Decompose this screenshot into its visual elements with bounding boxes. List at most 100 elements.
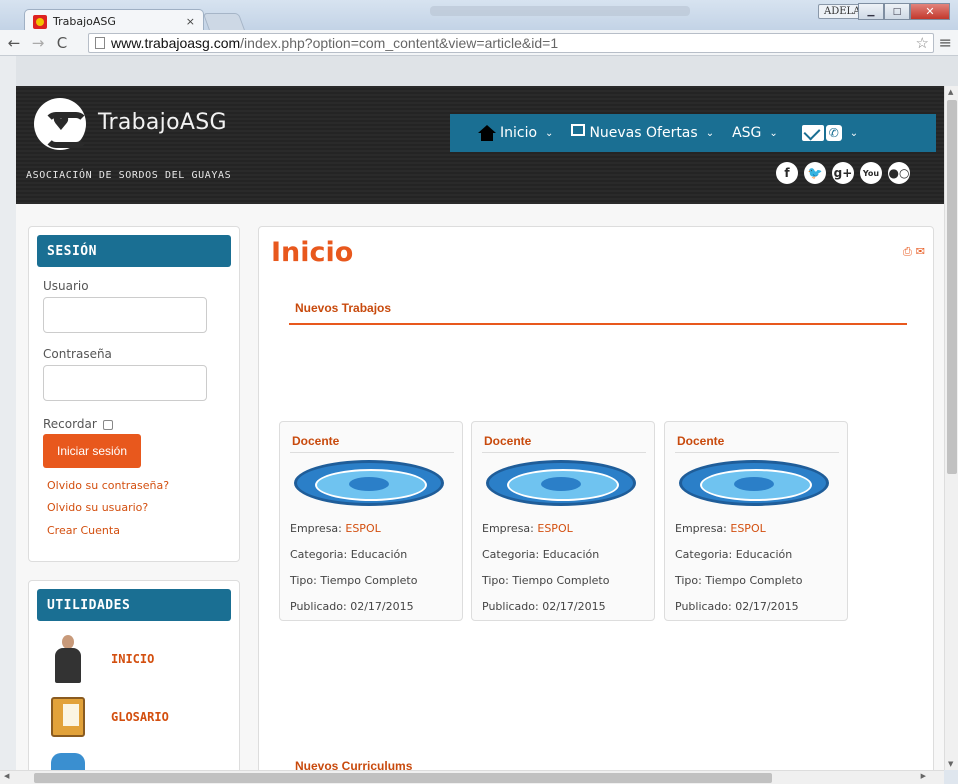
create-account-link[interactable]: Crear Cuenta [47, 524, 120, 537]
scroll-up-icon[interactable]: ▲ [948, 88, 953, 96]
util-item-mail[interactable] [45, 747, 111, 770]
forgot-password-link[interactable]: Olvido su contraseña? [47, 479, 169, 492]
browser-menu-icon[interactable]: ≡ [939, 33, 952, 52]
site-name[interactable]: TrabajoASG [98, 110, 227, 135]
job-title-link[interactable]: Docente [484, 434, 531, 448]
job-title-link[interactable]: Docente [292, 434, 339, 448]
scroll-right-icon[interactable]: ▶ [921, 772, 926, 780]
minimize-button[interactable]: ▁ [858, 3, 884, 20]
bookmark-star-icon[interactable]: ☆ [916, 34, 929, 52]
reload-icon[interactable]: C [52, 34, 72, 52]
vertical-scrollbar[interactable]: ▲ ▼ [944, 86, 958, 770]
close-window-button[interactable]: ✕ [910, 3, 950, 20]
nav-item-asg[interactable]: ASG ⌄ [732, 125, 778, 141]
page-left-gutter [0, 56, 16, 770]
utilities-title: UTILIDADES [37, 589, 231, 621]
chevron-down-icon: ⌄ [849, 127, 859, 139]
window-controls: ▁ □ ✕ [858, 3, 950, 20]
section-title-curriculums: Nuevos Curriculums [295, 759, 413, 770]
espol-logo [486, 460, 636, 506]
main-content: Inicio ⎙ ✉ Nuevos Trabajos Docente Empre… [258, 226, 934, 770]
login-button[interactable]: Iniciar sesión [43, 434, 141, 468]
article-tools: ⎙ ✉ [899, 245, 925, 259]
nav-label: Nuevas Ofertas [589, 125, 698, 141]
util-label: GLOSARIO [111, 710, 169, 724]
tab-close-icon[interactable]: × [186, 15, 195, 28]
page-viewport: TrabajoASG ASOCIACIÓN DE SORDOS DEL GUAY… [16, 86, 944, 770]
url-path: /index.php?option=com_content&view=artic… [240, 35, 559, 51]
session-title: SESIÓN [37, 235, 231, 267]
job-tipo: Tipo: Tiempo Completo [482, 574, 610, 587]
envelope-icon [801, 125, 824, 141]
espol-logo [294, 460, 444, 506]
empresa-link[interactable]: ESPOL [730, 522, 765, 535]
utilities-panel: UTILIDADES INICIO GLOSARIO [28, 580, 240, 770]
job-card: Docente Empresa: ESPOL Categoria: Educac… [279, 421, 463, 621]
remember-row: Recordar [43, 417, 113, 431]
favicon-icon [33, 14, 47, 29]
address-bar: ← → C www.trabajoasg.com/index.php?optio… [0, 30, 958, 56]
util-label: INICIO [111, 652, 155, 666]
google-plus-icon[interactable]: g+ [832, 162, 854, 184]
vertical-scroll-thumb[interactable] [947, 100, 957, 474]
email-icon[interactable]: ✉ [916, 245, 925, 259]
chevron-down-icon: ⌄ [545, 127, 554, 139]
logo-icon[interactable] [34, 98, 88, 150]
window-title-blur [430, 6, 690, 16]
horizontal-scroll-thumb[interactable] [34, 773, 772, 783]
job-publicado: Publicado: 02/17/2015 [675, 600, 799, 613]
job-publicado: Publicado: 02/17/2015 [290, 600, 414, 613]
job-tipo: Tipo: Tiempo Completo [290, 574, 418, 587]
twitter-icon[interactable]: 🐦 [804, 162, 826, 184]
facebook-icon[interactable]: f [776, 162, 798, 184]
flickr-icon[interactable]: ●○ [888, 162, 910, 184]
nav-item-nuevas-ofertas[interactable]: Nuevas Ofertas ⌄ [571, 124, 715, 141]
card-divider [675, 452, 839, 453]
job-empresa: Empresa: ESPOL [482, 522, 573, 535]
new-tab-button[interactable] [202, 13, 246, 31]
remember-checkbox[interactable] [102, 419, 113, 430]
forgot-username-link[interactable]: Olvido su usuario? [47, 501, 148, 514]
youtube-icon[interactable]: You [860, 162, 882, 184]
page-icon [95, 37, 105, 49]
nav-label: ASG [732, 125, 762, 141]
window-titlebar: TrabajoASG × ADELA ▁ □ ✕ [0, 0, 958, 33]
util-item-glosario[interactable]: GLOSARIO [45, 693, 169, 741]
main-nav: Inicio ⌄ Nuevas Ofertas ⌄ ASG ⌄ ✆ ⌄ [450, 114, 936, 152]
nav-item-inicio[interactable]: Inicio ⌄ [478, 125, 553, 141]
maximize-button[interactable]: □ [884, 3, 910, 20]
horizontal-scrollbar[interactable]: ◀ ▶ [0, 770, 944, 784]
print-icon[interactable]: ⎙ [903, 245, 912, 259]
empresa-link[interactable]: ESPOL [345, 522, 380, 535]
nav-item-contacto[interactable]: ✆ ⌄ [801, 125, 859, 141]
url-host: www.trabajoasg.com [111, 35, 241, 51]
username-input[interactable] [43, 297, 207, 333]
util-item-inicio[interactable]: INICIO [45, 635, 154, 683]
section-divider [289, 323, 907, 325]
chevron-down-icon: ⌄ [769, 127, 778, 139]
espol-logo [679, 460, 829, 506]
remember-label: Recordar [43, 417, 97, 431]
card-divider [290, 452, 454, 453]
job-card: Docente Empresa: ESPOL Categoria: Educac… [664, 421, 848, 621]
empresa-link[interactable]: ESPOL [537, 522, 572, 535]
url-input[interactable]: www.trabajoasg.com/index.php?option=com_… [88, 33, 934, 53]
job-card: Docente Empresa: ESPOL Categoria: Educac… [471, 421, 655, 621]
agenda-icon [45, 693, 91, 741]
password-input[interactable] [43, 365, 207, 401]
scroll-left-icon[interactable]: ◀ [4, 772, 9, 780]
person-icon [45, 635, 91, 683]
chevron-down-icon: ⌄ [705, 127, 715, 139]
site-header: TrabajoASG ASOCIACIÓN DE SORDOS DEL GUAY… [16, 86, 944, 204]
username-label: Usuario [43, 279, 89, 293]
forward-icon[interactable]: → [28, 34, 48, 52]
job-categoria: Categoria: Educación [482, 548, 600, 561]
back-icon[interactable]: ← [4, 34, 24, 52]
job-tipo: Tipo: Tiempo Completo [675, 574, 803, 587]
session-panel: SESIÓN Usuario Contraseña Recordar Inici… [28, 226, 240, 562]
tab-title: TrabajoASG [53, 15, 116, 28]
job-title-link[interactable]: Docente [677, 434, 724, 448]
section-title-jobs: Nuevos Trabajos [295, 301, 392, 315]
job-categoria: Categoria: Educación [290, 548, 408, 561]
scroll-down-icon[interactable]: ▼ [948, 760, 953, 768]
